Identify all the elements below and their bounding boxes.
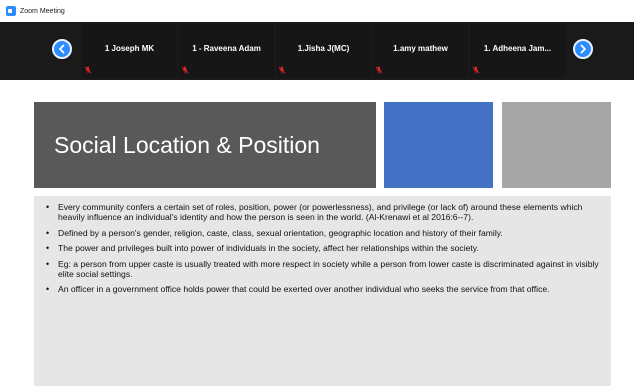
bullet-item: Defined by a person's gender, religion, … [44,228,601,239]
participant-name: 1.amy mathew [393,44,448,53]
chevron-left-icon [59,44,65,54]
muted-mic-icon [84,66,92,74]
shared-slide: Social Location & Position Every communi… [0,80,634,392]
participant-name: 1.Jisha J(MC) [297,44,350,53]
muted-mic-icon [375,66,383,74]
participant-tile[interactable]: 1. Adheena Jam... [470,24,565,78]
window-title: Zoom Meeting [20,7,65,15]
bullet-item: The power and privileges built into powe… [44,243,601,254]
bullet-item: Every community confers a certain set of… [44,202,601,223]
participant-tile[interactable]: 1.Jisha J(MC) [276,24,371,78]
bullet-item: An officer in a government office holds … [44,284,601,295]
participant-name: 1. Adheena Jam... [483,44,552,53]
window-titlebar: Zoom Meeting [0,0,634,22]
muted-mic-icon [181,66,189,74]
bullet-item: Eg: a person from upper caste is usually… [44,259,601,280]
participant-tile[interactable]: 1.amy mathew [373,24,468,78]
muted-mic-icon [472,66,480,74]
slide-title: Social Location & Position [54,131,320,158]
zoom-app-icon [6,6,16,16]
decorative-gray-block [502,102,611,188]
muted-mic-icon [278,66,286,74]
bullet-list: Every community confers a certain set of… [44,202,601,295]
participant-gallery-strip: 1 Joseph MK 1 - Raveena Adam 1.Jisha J(M… [0,22,634,80]
slide-content-box: Every community confers a certain set of… [34,196,611,386]
chevron-right-icon [580,44,586,54]
participant-name: 1 Joseph MK [104,44,155,53]
participant-tile[interactable]: 1 - Raveena Adam [179,24,274,78]
previous-page-button[interactable] [52,39,72,59]
decorative-blue-block [384,102,493,188]
slide-title-box: Social Location & Position [34,102,376,188]
participant-tile[interactable]: 1 Joseph MK [82,24,177,78]
next-page-button[interactable] [573,39,593,59]
participant-name: 1 - Raveena Adam [192,44,261,53]
